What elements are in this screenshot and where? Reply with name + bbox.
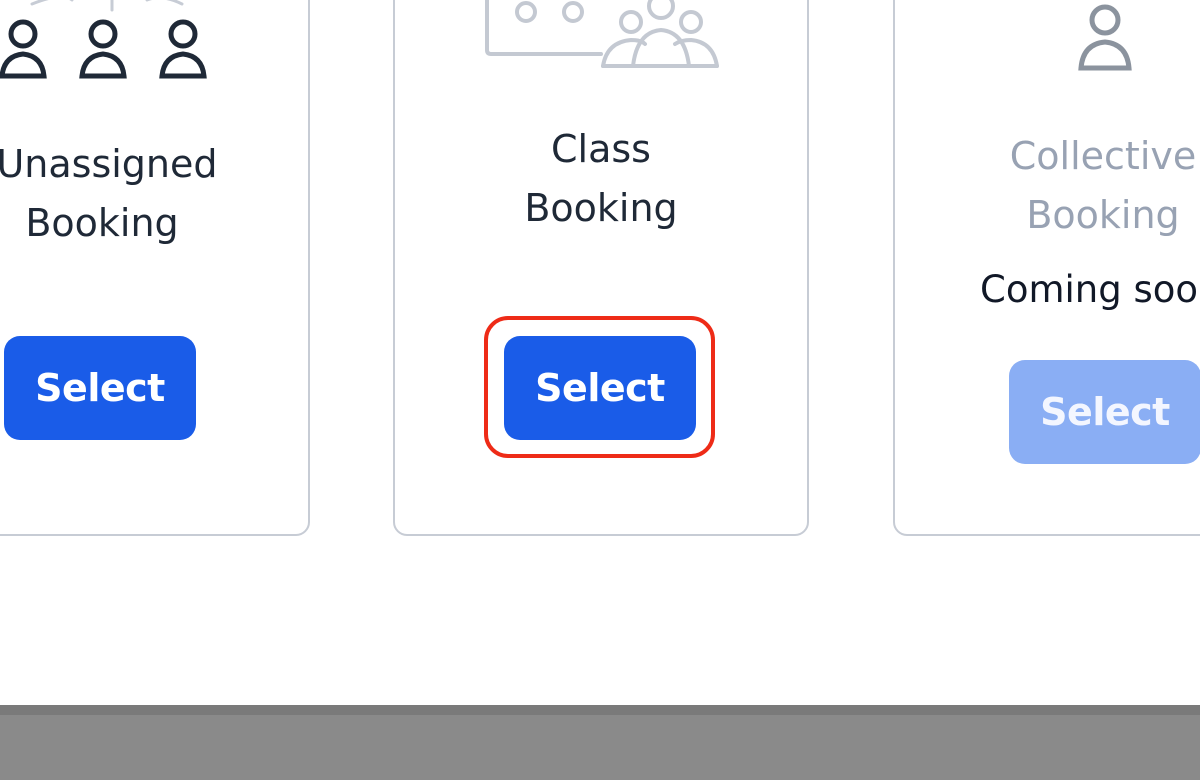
select-collective-booking-button: Select xyxy=(1009,360,1200,464)
select-class-booking-button[interactable]: Select xyxy=(504,336,696,440)
footer-bar xyxy=(0,705,1200,780)
card-title-line1: Unassigned xyxy=(0,142,218,186)
booking-type-selection: Unassigned Booking Select Class Booking … xyxy=(0,0,1200,780)
card-title-line1: Collective xyxy=(1009,134,1197,178)
class-booking-card: Class Booking Select xyxy=(393,0,809,536)
unassigned-booking-card: Unassigned Booking Select xyxy=(0,0,310,536)
card-title-line1: Class xyxy=(551,127,651,171)
card-title-line2: Booking xyxy=(524,186,678,230)
class-room-icon xyxy=(485,0,719,68)
coming-soon-label: Coming soon xyxy=(980,268,1200,311)
select-unassigned-button[interactable]: Select xyxy=(4,336,196,440)
card-title-line2: Booking xyxy=(1026,193,1180,237)
card-title-line2: Booking xyxy=(25,201,179,245)
people-group-icon xyxy=(0,0,207,79)
person-icon xyxy=(1078,4,1132,71)
collective-booking-card: Collective Booking Coming soon Select xyxy=(893,0,1200,536)
